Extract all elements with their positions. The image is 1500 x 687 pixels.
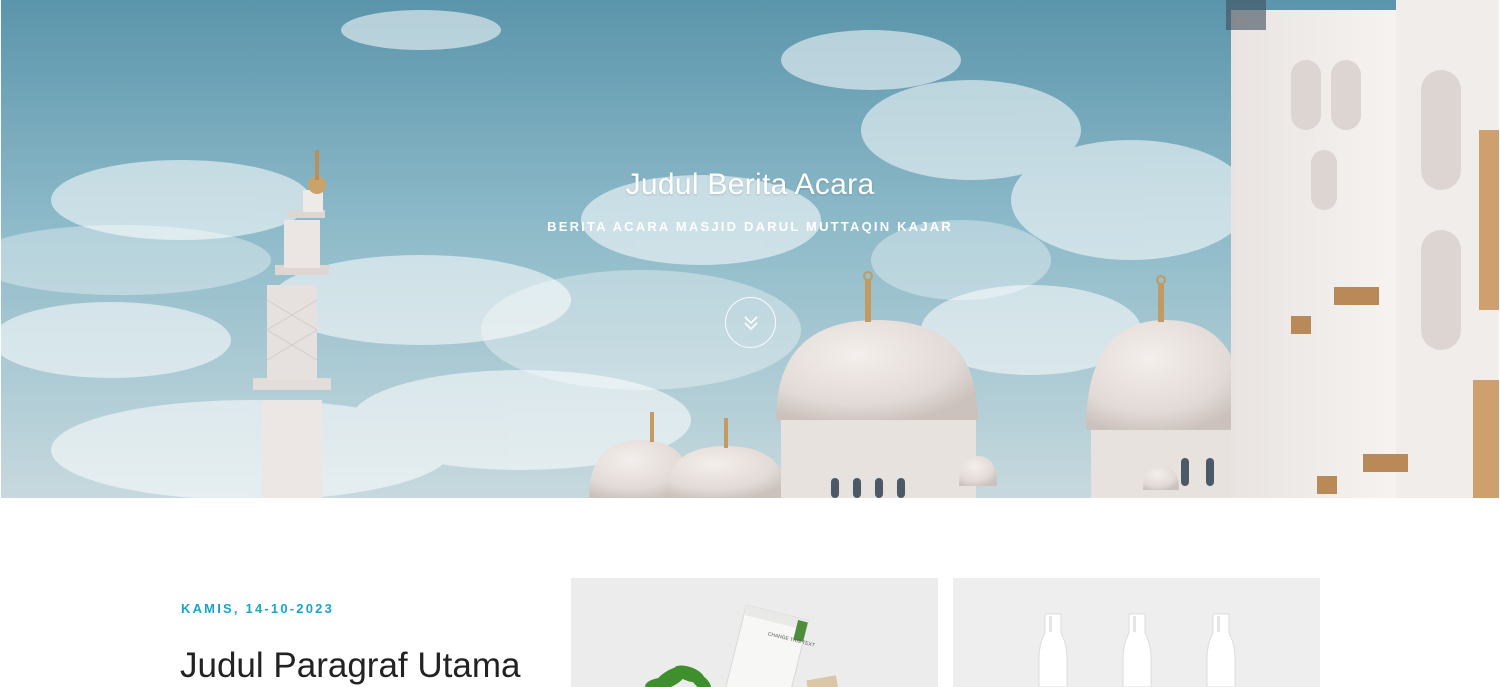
article-title: Judul Paragraf Utama [180,646,521,685]
hero-subtitle: BERITA ACARA MASJID DARUL MUTTAQIN KAJAR [547,219,953,234]
hero-section: Judul Berita Acara BERITA ACARA MASJID D… [1,0,1499,498]
hero-background-image [1,0,1499,498]
double-chevron-down-icon [743,315,758,330]
gallery-image-bottles[interactable] [953,578,1320,687]
gallery-image-pouch[interactable]: CHANGE THIS TEXT [571,578,938,687]
hero-title: Judul Berita Acara [625,168,875,202]
product-pouch-image: CHANGE THIS TEXT [571,578,938,687]
white-bottles-image [953,578,1320,687]
article-date: KAMIS, 14-10-2023 [181,601,335,616]
scroll-down-button[interactable] [725,297,776,348]
